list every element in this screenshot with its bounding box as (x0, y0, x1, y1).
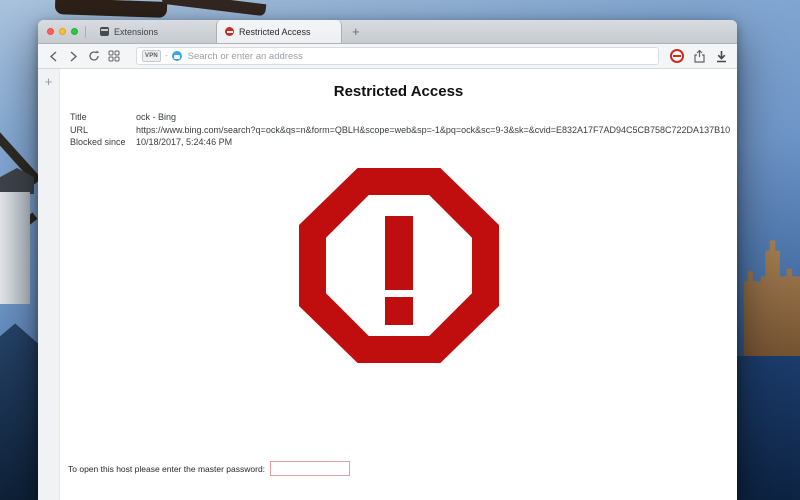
tab-bar: Extensions Restricted Access + (38, 20, 737, 44)
back-button[interactable] (47, 50, 60, 63)
info-label: URL (70, 126, 136, 135)
download-button[interactable] (715, 50, 728, 63)
site-page-icon[interactable] (172, 51, 182, 61)
tab-restricted-access[interactable]: Restricted Access (216, 20, 342, 43)
forward-button[interactable] (67, 50, 80, 63)
stop-sign-icon (299, 168, 499, 363)
no-entry-icon (225, 27, 234, 36)
master-password-input[interactable] (270, 461, 350, 476)
address-input[interactable] (186, 50, 653, 63)
extensions-box-icon (100, 27, 109, 36)
tab-label: Restricted Access (239, 27, 311, 37)
forward-chevron-icon (69, 51, 78, 62)
reload-icon (88, 50, 100, 62)
reload-button[interactable] (87, 50, 100, 63)
grid-icon (108, 50, 120, 62)
info-row-title: Title ock - Bing (70, 113, 731, 122)
speed-dial-button[interactable] (107, 50, 120, 63)
tabbar-separator (85, 26, 86, 38)
traffic-lights (38, 28, 85, 35)
address-bar[interactable]: VPN - (136, 47, 659, 65)
back-chevron-icon (49, 51, 58, 62)
window-content: + Restricted Access Title ock - Bing URL… (38, 69, 737, 500)
close-window-button[interactable] (47, 28, 54, 35)
share-icon (694, 50, 705, 63)
zoom-window-button[interactable] (71, 28, 78, 35)
windmill-tower (0, 192, 30, 304)
info-value: 10/18/2017, 5:24:46 PM (136, 138, 232, 147)
download-icon (716, 50, 727, 63)
tab-extensions[interactable]: Extensions (92, 20, 204, 43)
sea-silhouette (737, 356, 800, 500)
restricted-access-page: Restricted Access Title ock - Bing URL h… (60, 69, 737, 500)
minimize-window-button[interactable] (59, 28, 66, 35)
master-password-prompt: To open this host please enter the maste… (68, 461, 350, 476)
left-sidebar: + (38, 69, 60, 500)
hillside-silhouette (0, 318, 38, 500)
new-tab-button[interactable]: + (352, 25, 360, 38)
share-button[interactable] (693, 50, 706, 63)
vpn-badge[interactable]: VPN (142, 50, 161, 62)
toolbar: VPN - (38, 44, 737, 69)
sidebar-add-button[interactable]: + (38, 74, 59, 89)
info-row-blocked-since: Blocked since 10/18/2017, 5:24:46 PM (70, 138, 731, 147)
toolbar-right-icons (670, 49, 728, 63)
badge-separator: - (165, 52, 168, 60)
prompt-label: To open this host please enter the maste… (68, 464, 265, 474)
info-label: Title (70, 113, 136, 122)
block-info: Title ock - Bing URL https://www.bing.co… (70, 113, 731, 151)
page-title: Restricted Access (60, 83, 737, 100)
browser-window: Extensions Restricted Access + (38, 20, 737, 500)
tab-label: Extensions (114, 27, 158, 37)
screen: Extensions Restricted Access + (0, 0, 800, 500)
info-row-url: URL https://www.bing.com/search?q=ock&qs… (70, 126, 731, 135)
info-label: Blocked since (70, 138, 136, 147)
restricted-access-extension-icon[interactable] (670, 49, 684, 63)
info-value: ock - Bing (136, 113, 176, 122)
info-value: https://www.bing.com/search?q=ock&qs=n&f… (136, 126, 730, 135)
